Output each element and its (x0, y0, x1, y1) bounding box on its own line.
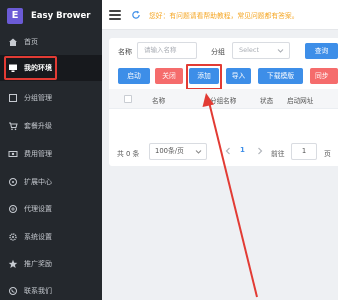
group-select[interactable]: Select (232, 42, 290, 59)
extension-icon (8, 177, 18, 187)
column-header-start-url[interactable]: 启动网址 (287, 95, 313, 105)
chevron-down-icon (277, 49, 284, 53)
folder-icon (8, 93, 18, 103)
sync-button[interactable]: 同步 (310, 68, 338, 84)
page-size-value: 100条/页 (155, 147, 184, 155)
goto-page-value: 1 (301, 147, 307, 155)
sidebar-item-label: 首页 (24, 38, 38, 46)
sidebar-item-label: 扩展中心 (24, 178, 52, 186)
money-icon (8, 149, 18, 159)
refresh-icon[interactable] (131, 10, 141, 20)
cart-icon (8, 121, 18, 131)
sidebar-item-proxy-settings[interactable]: 代理设置 (0, 196, 102, 222)
select-all-checkbox[interactable] (124, 95, 132, 103)
next-page-icon[interactable] (256, 147, 264, 155)
column-header-group[interactable]: 分组名称 (210, 95, 236, 105)
notice-text: 您好：有问题请看帮助教程，常见问题都有答案。 (149, 11, 299, 20)
close-button[interactable]: 关闭 (155, 68, 183, 84)
sidebar-item-label: 代理设置 (24, 205, 52, 213)
sidebar-item-label: 推广奖励 (24, 260, 52, 268)
chevron-down-icon (195, 150, 202, 154)
sidebar-item-fee-management[interactable]: 费用管理 (0, 141, 102, 167)
proxy-icon (8, 204, 18, 214)
group-filter-label: 分组 (211, 48, 225, 56)
name-filter-label: 名称 (118, 48, 132, 56)
sidebar-item-contact-us[interactable]: 联系我们 (0, 278, 102, 300)
group-select-placeholder: Select (239, 46, 260, 54)
name-search-input[interactable]: 请输入名称 (137, 42, 197, 59)
sidebar-item-extension-center[interactable]: 扩展中心 (0, 169, 102, 195)
search-button[interactable]: 查询 (305, 43, 338, 59)
highlight-box (186, 64, 222, 90)
current-page[interactable]: 1 (240, 146, 245, 154)
gear-icon (8, 232, 18, 242)
page-suffix: 页 (324, 150, 331, 158)
sidebar-item-package-upgrade[interactable]: 套餐升级 (0, 113, 102, 139)
import-button[interactable]: 导入 (226, 68, 251, 84)
sidebar-item-system-settings[interactable]: 系统设置 (0, 224, 102, 250)
pagination-total: 共 0 条 (117, 150, 140, 158)
sidebar-item-group-management[interactable]: 分组管理 (0, 85, 102, 111)
brand-logo: E (7, 8, 23, 24)
sidebar-item-home[interactable]: 首页 (0, 29, 102, 55)
prev-page-icon[interactable] (224, 147, 232, 155)
name-search-placeholder: 请输入名称 (144, 46, 177, 54)
sidebar-item-referral-reward[interactable]: 推广奖励 (0, 251, 102, 277)
column-header-status[interactable]: 状态 (260, 95, 273, 105)
column-header-name[interactable]: 名称 (152, 95, 165, 105)
goto-label: 前往 (271, 150, 285, 158)
brand-name: Easy Brower (31, 11, 91, 21)
sidebar-item-label: 费用管理 (24, 150, 52, 158)
sidebar-item-label: 套餐升级 (24, 122, 52, 130)
goto-page-input[interactable]: 1 (291, 143, 317, 160)
sidebar-item-label: 联系我们 (24, 287, 52, 295)
home-icon (8, 37, 18, 47)
brand[interactable]: E Easy Brower (7, 6, 90, 26)
star-icon (8, 259, 18, 269)
sidebar-item-label: 分组管理 (24, 94, 52, 102)
menu-icon[interactable] (109, 9, 121, 20)
phone-icon (8, 286, 18, 296)
sidebar-item-label: 系统设置 (24, 233, 52, 241)
page-size-select[interactable]: 100条/页 (149, 143, 207, 160)
highlight-box (4, 56, 57, 80)
download-template-button[interactable]: 下载模版 (258, 68, 303, 84)
top-bar: 您好：有问题请看帮助教程，常见问题都有答案。 (102, 0, 338, 30)
start-button[interactable]: 启动 (118, 68, 150, 84)
